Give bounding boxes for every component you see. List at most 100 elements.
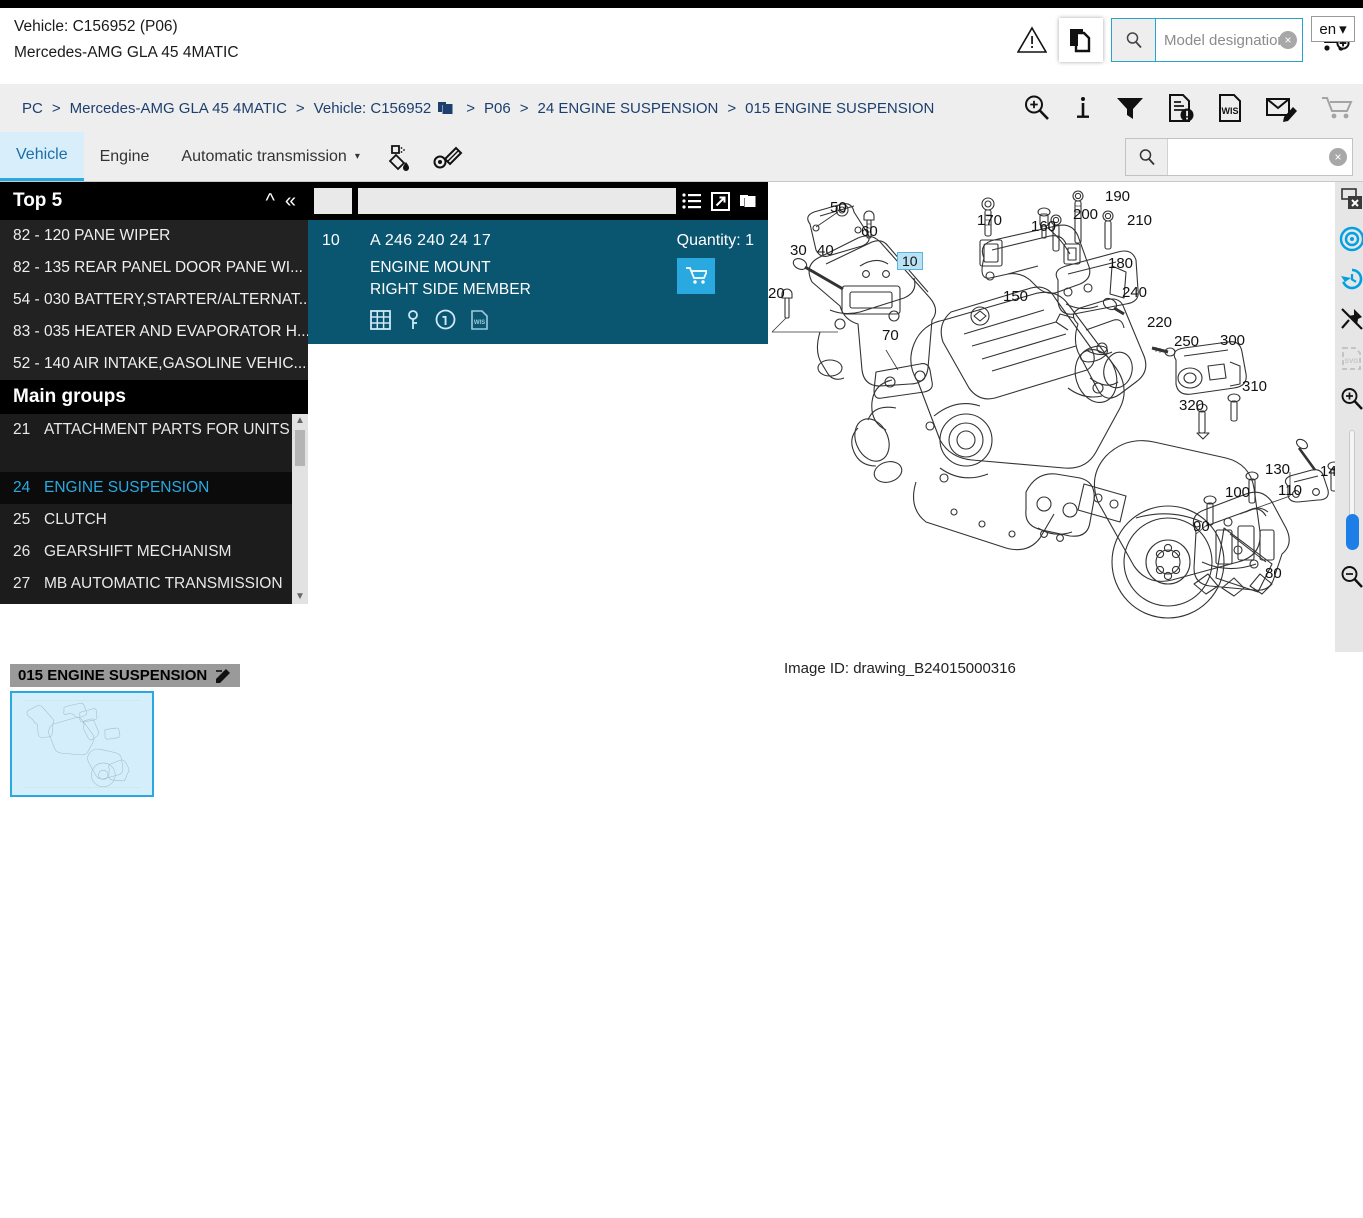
drawing-callout-80[interactable]: 80 (1265, 565, 1282, 582)
drawing-callout-220[interactable]: 220 (1147, 314, 1172, 331)
breadcrumb-item-subgroup[interactable]: 015 ENGINE SUSPENSION (745, 100, 934, 117)
drawing-callout-30[interactable]: 30 (790, 242, 807, 259)
zoom-slider-knob[interactable] (1345, 514, 1359, 550)
zoom-in-search-icon[interactable] (1023, 94, 1051, 122)
drawing-callout-highlighted[interactable]: 10 (897, 252, 923, 270)
cart-icon (685, 267, 707, 284)
drawing-callout-90[interactable]: 90 (1193, 518, 1210, 535)
unpin-icon[interactable] (1339, 306, 1363, 332)
main-group-row-21[interactable]: 21 ATTACHMENT PARTS FOR UNITS (0, 414, 308, 446)
tab-vehicle[interactable]: Vehicle (0, 132, 84, 181)
history-undo-icon[interactable] (1339, 266, 1363, 292)
drawing-canvas[interactable]: 50 60 30 40 20 70 170 160 150 190 200 210 180 240 220 2… (768, 182, 1363, 652)
main-groups-header: Main groups (0, 380, 308, 414)
edit-pencil-icon[interactable] (215, 667, 232, 684)
drawing-callout-20[interactable]: 20 (768, 285, 785, 302)
parts-search-box[interactable]: × (1125, 137, 1353, 176)
breadcrumb-copy-icon[interactable] (437, 100, 454, 117)
parts-search-input[interactable] (1168, 138, 1352, 175)
part-card[interactable]: 10 A 246 240 24 17 ENGINE MOUNT RIGHT SI… (308, 220, 768, 344)
main-group-row-spacer (0, 446, 308, 472)
mail-edit-icon[interactable] (1265, 94, 1299, 122)
table-grid-icon[interactable] (370, 309, 391, 330)
drawing-callout-250[interactable]: 250 (1174, 333, 1199, 350)
scrollbar-thumb[interactable] (295, 430, 305, 466)
zoom-slider[interactable] (1345, 430, 1359, 550)
filter-icon[interactable] (1115, 94, 1145, 122)
breadcrumb-item-group[interactable]: 24 ENGINE SUSPENSION (538, 100, 719, 117)
copy-icon[interactable] (739, 192, 758, 211)
breadcrumb-separator: > (466, 99, 476, 117)
warning-triangle-icon[interactable] (1009, 26, 1055, 54)
drawing-callout-190[interactable]: 190 (1105, 188, 1130, 205)
tab-engine[interactable]: Engine (84, 132, 166, 181)
document-alert-icon[interactable] (1167, 93, 1195, 123)
bolt-parts-icon[interactable] (432, 142, 464, 172)
drawing-callout-170[interactable]: 170 (977, 212, 1002, 229)
drawing-callout-50[interactable]: 50 (830, 199, 847, 216)
clear-search-icon[interactable]: × (1279, 31, 1297, 49)
drawing-callout-300[interactable]: 300 (1220, 332, 1245, 349)
svg-text:WIS: WIS (1222, 106, 1239, 116)
target-reset-icon[interactable] (1339, 226, 1363, 252)
main-group-row-26[interactable]: 26 GEARSHIFT MECHANISM (0, 536, 308, 568)
drawing-callout-210[interactable]: 210 (1127, 212, 1152, 229)
main-groups-scrollbar[interactable]: ▲ ▼ (292, 414, 308, 604)
part-position-number: 10 (322, 232, 340, 249)
top5-item-4[interactable]: 52 - 140 AIR INTAKE,GASOLINE VEHIC... (0, 348, 308, 380)
copy-documents-icon[interactable] (1059, 18, 1103, 62)
language-selector[interactable]: en ▾ (1311, 16, 1355, 42)
info-circle-icon[interactable] (435, 309, 456, 330)
drawing-callout-150[interactable]: 150 (1003, 288, 1028, 305)
top5-item-0[interactable]: 82 - 120 PANE WIPER (0, 220, 308, 252)
zoom-out-icon[interactable] (1339, 564, 1363, 590)
breadcrumb-item-model[interactable]: Mercedes-AMG GLA 45 4MATIC (70, 100, 287, 117)
drawing-callout-240[interactable]: 240 (1122, 284, 1147, 301)
breadcrumb-item-pc[interactable]: PC (22, 100, 43, 117)
key-icon[interactable] (405, 309, 421, 330)
drawing-thumbnail[interactable] (10, 691, 154, 797)
paint-color-icon[interactable] (386, 142, 416, 172)
zoom-in-icon[interactable] (1339, 386, 1363, 412)
top5-header: Top 5 ^ « (0, 182, 308, 220)
main-group-number: 21 (13, 421, 31, 438)
parts-toolbar-position-box[interactable] (314, 188, 352, 214)
tab-automatic-transmission[interactable]: Automatic transmission ▾ (165, 132, 375, 181)
list-view-icon[interactable] (682, 192, 702, 210)
drawing-callout-310[interactable]: 310 (1242, 378, 1267, 395)
clear-parts-search-icon[interactable]: × (1329, 147, 1347, 166)
top5-item-1[interactable]: 82 - 135 REAR PANEL DOOR PANE WI... (0, 252, 308, 284)
add-to-cart-button[interactable] (676, 258, 715, 294)
drawing-callout-130[interactable]: 130 (1265, 461, 1290, 478)
breadcrumb-item-vehicle[interactable]: Vehicle: C156952 (314, 100, 432, 117)
drawing-callout-320[interactable]: 320 (1179, 397, 1204, 414)
main-group-row-25[interactable]: 25 CLUTCH (0, 504, 308, 536)
search-icon (1112, 19, 1156, 61)
drawing-callout-180[interactable]: 180 (1108, 255, 1133, 272)
drawing-callout-70[interactable]: 70 (882, 327, 899, 344)
main-group-row-27[interactable]: 27 MB AUTOMATIC TRANSMISSION (0, 568, 308, 600)
expand-arrow-icon[interactable] (711, 191, 730, 211)
scroll-down-icon[interactable]: ▼ (295, 590, 305, 604)
close-window-icon[interactable] (1339, 186, 1363, 212)
drawing-callout-110[interactable]: 110 (1278, 482, 1302, 499)
drawing-callout-40[interactable]: 40 (817, 242, 834, 259)
breadcrumb-item-p06[interactable]: P06 (484, 100, 511, 117)
chevron-up-icon[interactable]: ^ (265, 191, 274, 211)
parts-toolbar-filter-field[interactable] (358, 188, 676, 214)
drawing-callout-60[interactable]: 60 (861, 223, 878, 240)
drawing-callout-160[interactable]: 160 (1031, 218, 1056, 235)
drawing-callout-200[interactable]: 200 (1073, 206, 1098, 223)
scroll-up-icon[interactable]: ▲ (295, 414, 305, 428)
model-designation-search[interactable]: × (1111, 18, 1303, 62)
wis-document-icon[interactable]: WIS (470, 309, 489, 330)
double-chevron-left-icon[interactable]: « (285, 191, 296, 211)
main-group-label: CLUTCH (44, 511, 107, 528)
top5-item-2[interactable]: 54 - 030 BATTERY,STARTER/ALTERNAT... (0, 284, 308, 316)
drawing-callout-100[interactable]: 100 (1225, 484, 1250, 501)
info-icon[interactable] (1073, 94, 1093, 122)
wis-document-icon[interactable]: WIS (1217, 93, 1243, 123)
main-group-number: 25 (13, 511, 31, 528)
main-group-row-24[interactable]: 24 ENGINE SUSPENSION (0, 472, 308, 504)
top5-item-3[interactable]: 83 - 035 HEATER AND EVAPORATOR H... (0, 316, 308, 348)
